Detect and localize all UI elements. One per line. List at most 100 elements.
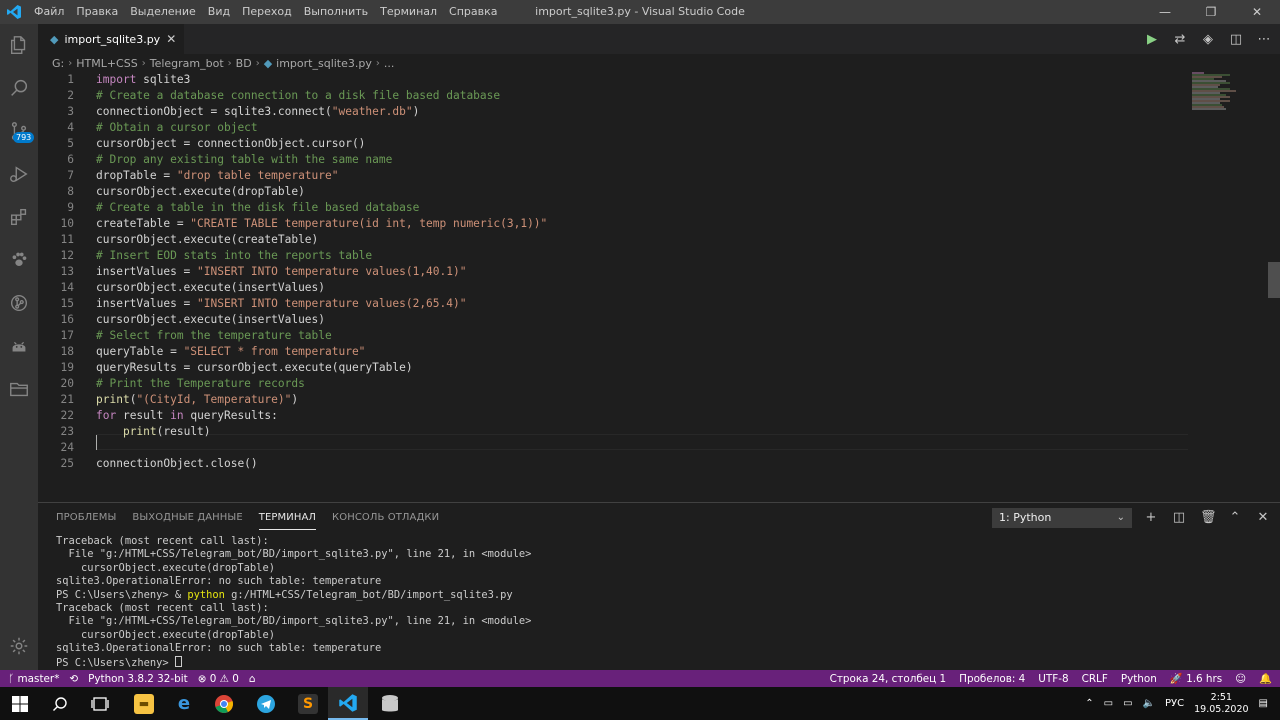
menu-view[interactable]: Вид bbox=[202, 0, 236, 24]
breadcrumb-folder-telegram-bot[interactable]: Telegram_bot bbox=[150, 57, 224, 70]
line-number: 20 bbox=[60, 377, 74, 390]
close-panel-icon[interactable]: ✕ bbox=[1256, 508, 1270, 528]
tray-expand-icon[interactable]: ⌃ bbox=[1085, 698, 1093, 709]
minimize-button[interactable]: — bbox=[1142, 0, 1188, 24]
minimap[interactable] bbox=[1190, 72, 1240, 112]
terminal-line: cursorObject.execute(dropTable) bbox=[56, 628, 275, 641]
more-actions-icon[interactable]: ⋯ bbox=[1256, 32, 1272, 47]
tab-import-sqlite3[interactable]: ◆ import_sqlite3.py ✕ bbox=[38, 24, 185, 54]
scrollbar-thumb[interactable] bbox=[1268, 262, 1280, 298]
menu-edit[interactable]: Правка bbox=[70, 0, 124, 24]
editor-scrollbar[interactable] bbox=[1268, 72, 1280, 502]
search-icon[interactable] bbox=[0, 69, 38, 107]
terminal-line: cursorObject.execute(dropTable) bbox=[56, 561, 275, 574]
terminal-args: g:/HTML+CSS/Telegram_bot/BD/import_sqlit… bbox=[224, 588, 513, 601]
chevron-right-icon: › bbox=[227, 57, 232, 69]
menu-help[interactable]: Справка bbox=[443, 0, 503, 24]
line-number: 6 bbox=[67, 153, 74, 166]
breadcrumb-folder-bd[interactable]: BD bbox=[236, 57, 252, 70]
wakatime-status[interactable]: 🚀 1.6 hrs bbox=[1170, 672, 1222, 685]
tab-output[interactable]: ВЫХОДНЫЕ ДАННЫЕ bbox=[132, 511, 242, 530]
menu-file[interactable]: Файл bbox=[28, 0, 70, 24]
language-mode[interactable]: Python bbox=[1121, 673, 1157, 685]
sync-icon[interactable]: ⟲ bbox=[69, 673, 78, 685]
project-manager-icon[interactable] bbox=[0, 370, 38, 408]
paw-extension-icon[interactable] bbox=[0, 241, 38, 279]
code-line: 13 insertValues = "INSERT INTO temperatur… bbox=[38, 264, 1188, 280]
code-line: 19 queryResults = cursorObject.execute(qu… bbox=[38, 360, 1188, 376]
notifications-bell-icon[interactable]: 🔔 bbox=[1259, 672, 1272, 685]
file-explorer-icon[interactable]: ▬ bbox=[124, 687, 164, 720]
breadcrumb-folder-html-css[interactable]: HTML+CSS bbox=[76, 57, 137, 70]
database-app-icon[interactable] bbox=[370, 687, 410, 720]
code-text: # Select from the temperature table bbox=[96, 329, 332, 342]
terminal-prompt: PS C:\Users\zheny> bbox=[56, 656, 175, 669]
maximize-panel-icon[interactable]: ⌃ bbox=[1228, 508, 1242, 528]
menu-run[interactable]: Выполнить bbox=[298, 0, 374, 24]
tab-problems[interactable]: ПРОБЛЕМЫ bbox=[56, 511, 116, 530]
breadcrumb-symbols[interactable]: ... bbox=[384, 57, 395, 70]
extensions-icon[interactable] bbox=[0, 198, 38, 236]
line-number: 8 bbox=[67, 185, 74, 198]
code-text: queryResults = cursorObject.execute(quer… bbox=[96, 361, 413, 374]
network-icon[interactable]: ▭ bbox=[1123, 698, 1132, 709]
telegram-icon[interactable] bbox=[246, 687, 286, 720]
tray-app-icon[interactable]: ▭ bbox=[1104, 698, 1113, 709]
indentation[interactable]: Пробелов: 4 bbox=[959, 673, 1025, 685]
code-line: 20 # Print the Temperature records bbox=[38, 376, 1188, 392]
feedback-icon[interactable]: ☺ bbox=[1235, 673, 1246, 685]
open-changes-icon[interactable]: ⇄ bbox=[1172, 32, 1188, 47]
close-window-button[interactable]: ✕ bbox=[1234, 0, 1280, 24]
clock[interactable]: 2:51 19.05.2020 bbox=[1194, 692, 1248, 716]
sublime-text-icon[interactable]: S bbox=[288, 687, 328, 720]
encoding[interactable]: UTF-8 bbox=[1038, 673, 1068, 685]
explorer-icon[interactable] bbox=[0, 26, 38, 64]
python-interpreter[interactable]: Python 3.8.2 32-bit bbox=[88, 673, 188, 685]
text-cursor bbox=[96, 435, 97, 450]
git-lens-icon[interactable]: ◈ bbox=[1200, 32, 1216, 47]
windows-start-icon[interactable] bbox=[0, 687, 40, 720]
line-number: 17 bbox=[60, 329, 74, 342]
menu-terminal[interactable]: Терминал bbox=[374, 0, 443, 24]
split-editor-icon[interactable]: ◫ bbox=[1228, 32, 1244, 47]
breadcrumb-file[interactable]: import_sqlite3.py bbox=[276, 57, 372, 70]
volume-icon[interactable]: 🔈 bbox=[1143, 698, 1155, 709]
vscode-taskbar-icon[interactable] bbox=[328, 687, 368, 720]
action-center-icon[interactable]: ▤ bbox=[1259, 698, 1268, 709]
line-ending[interactable]: CRLF bbox=[1082, 673, 1108, 685]
new-terminal-icon[interactable]: + bbox=[1144, 508, 1158, 528]
code-line: 25 connectionObject.close() bbox=[38, 456, 1188, 472]
close-tab-icon[interactable]: ✕ bbox=[166, 32, 176, 46]
terminal-line[interactable]: PS C:\Users\zheny> bbox=[56, 655, 1256, 669]
menu-go[interactable]: Переход bbox=[236, 0, 298, 24]
cursor-position[interactable]: Строка 24, столбец 1 bbox=[830, 673, 947, 685]
settings-gear-icon[interactable] bbox=[0, 627, 38, 665]
source-control-icon[interactable]: 793 bbox=[0, 112, 38, 150]
kill-terminal-icon[interactable]: 🗑 bbox=[1200, 508, 1217, 528]
code-text: # Insert EOD stats into the reports tabl… bbox=[96, 249, 373, 262]
search-icon[interactable] bbox=[40, 687, 80, 720]
run-python-file-icon[interactable]: ▶ bbox=[1144, 32, 1160, 47]
git-graph-icon[interactable] bbox=[0, 284, 38, 322]
edge-browser-icon[interactable]: e bbox=[164, 687, 204, 720]
android-icon[interactable] bbox=[0, 327, 38, 365]
tab-terminal[interactable]: ТЕРМИНАЛ bbox=[258, 511, 317, 530]
maximize-button[interactable]: ❐ bbox=[1188, 0, 1234, 24]
split-terminal-icon[interactable]: ◫ bbox=[1172, 508, 1186, 528]
tab-debug-console[interactable]: КОНСОЛЬ ОТЛАДКИ bbox=[332, 511, 439, 530]
terminal-select[interactable]: 1: Python ⌄ bbox=[992, 508, 1132, 528]
keyboard-language[interactable]: РУС bbox=[1165, 698, 1184, 709]
chrome-browser-icon[interactable] bbox=[204, 687, 244, 720]
menu-selection[interactable]: Выделение bbox=[124, 0, 202, 24]
task-view-icon[interactable] bbox=[80, 687, 120, 720]
branch-indicator[interactable]: ᚴ master* bbox=[8, 673, 59, 685]
code-editor[interactable]: 1 import sqlite3 2 # Create a database con… bbox=[38, 72, 1280, 502]
run-debug-icon[interactable] bbox=[0, 155, 38, 193]
terminal-line: File "g:/HTML+CSS/Telegram_bot/BD/import… bbox=[56, 548, 532, 561]
terminal-output[interactable]: Traceback (most recent call last): File … bbox=[56, 535, 1256, 669]
line-number: 13 bbox=[60, 265, 74, 278]
code-line: 24 bbox=[38, 440, 1188, 456]
problems-count[interactable]: ⊗ 0 ⚠ 0 bbox=[198, 673, 239, 685]
breadcrumb-drive[interactable]: G: bbox=[52, 57, 64, 70]
home-icon[interactable]: ⌂ bbox=[249, 673, 256, 685]
